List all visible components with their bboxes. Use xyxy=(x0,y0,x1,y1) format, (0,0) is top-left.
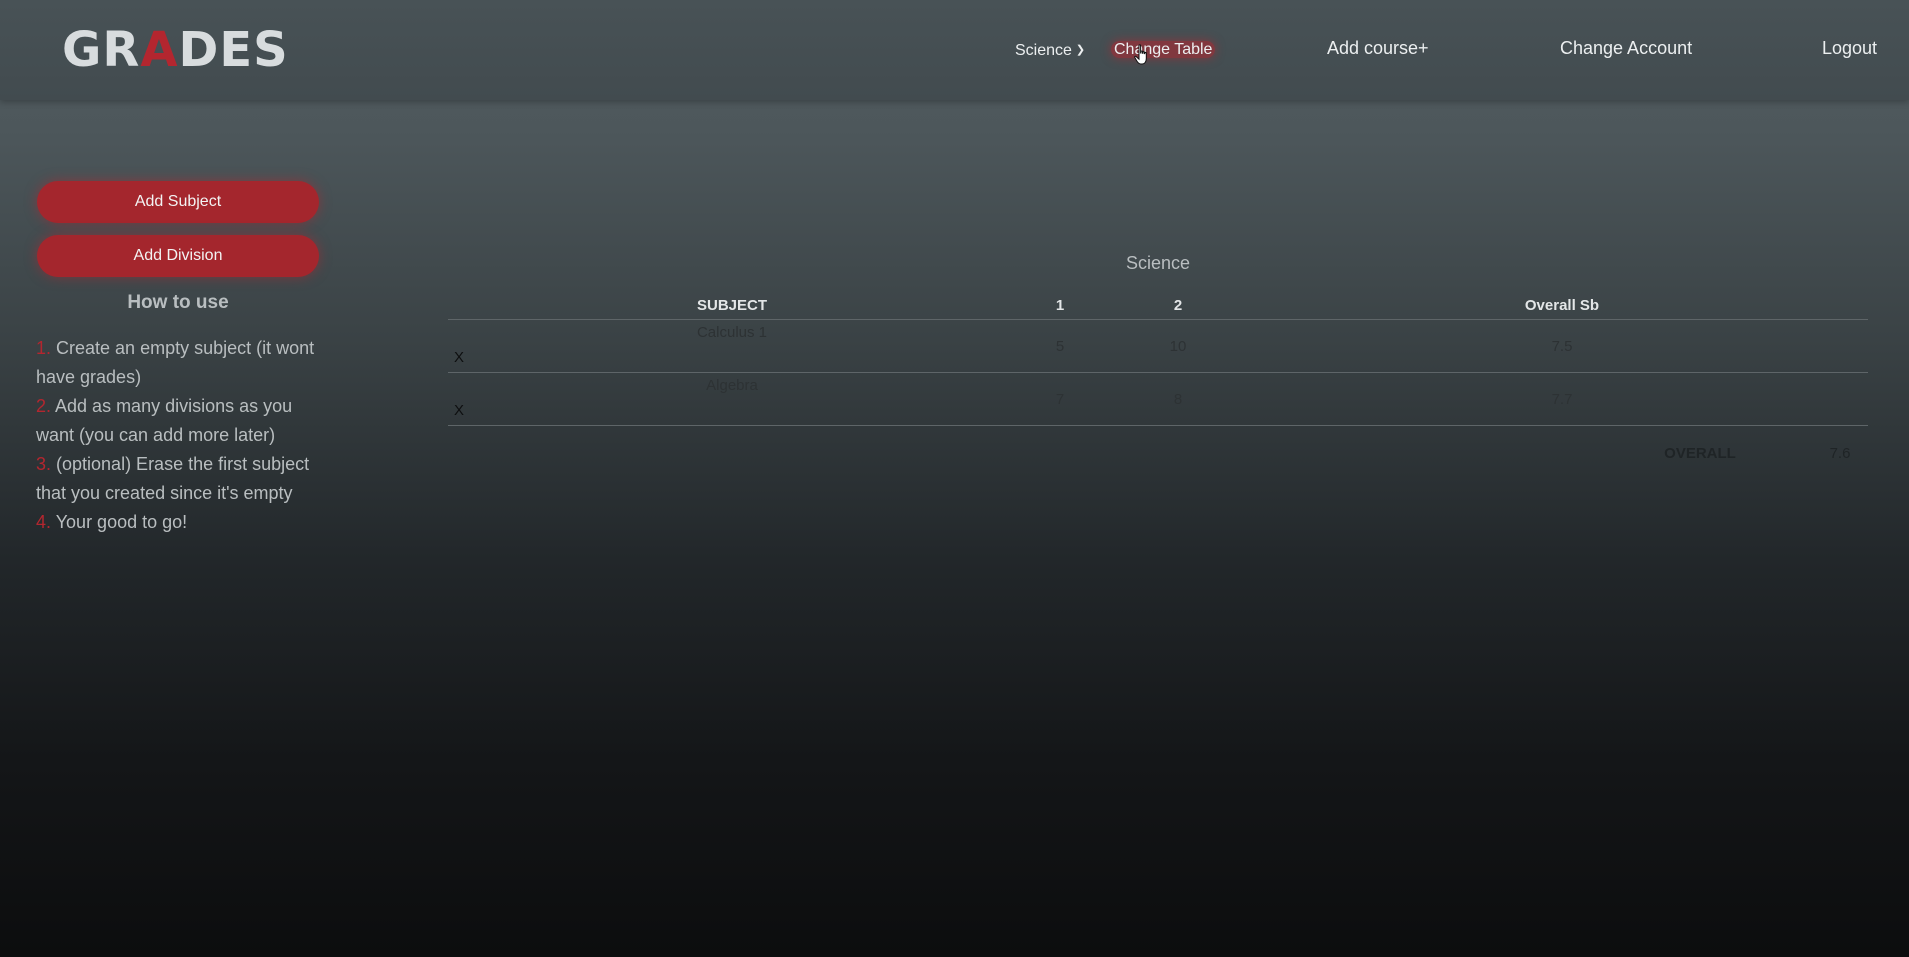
subject-overall-cell: 7.5 xyxy=(1551,338,1573,355)
add-subject-button[interactable]: Add Subject xyxy=(37,181,319,223)
how-to-use-heading: How to use xyxy=(127,292,229,313)
step-item: 1. Create an empty subject (it wont have… xyxy=(36,334,326,392)
logo-text-start: GR xyxy=(62,22,141,78)
course-dropdown-label: Science xyxy=(1015,42,1072,59)
overall-value: 7.6 xyxy=(1829,445,1851,462)
grade-cell[interactable]: 5 xyxy=(1040,338,1080,355)
step-number: 1. xyxy=(36,338,52,358)
how-to-use-steps: 1. Create an empty subject (it wont have… xyxy=(36,334,326,537)
hand-pointer-icon xyxy=(1134,44,1147,65)
step-item: 2. Add as many divisions as you want (yo… xyxy=(36,392,326,450)
add-course-label: Add course+ xyxy=(1327,38,1429,58)
change-table-label: Change Table xyxy=(1111,41,1216,58)
step-number: 3. xyxy=(36,454,52,474)
add-division-button[interactable]: Add Division xyxy=(37,235,319,277)
table-title: Science xyxy=(1125,253,1191,273)
step-text: Create an empty subject (it wont have gr… xyxy=(36,338,315,387)
table-divider xyxy=(448,372,1868,373)
course-dropdown[interactable]: Science ❯ xyxy=(1015,38,1085,63)
grade-cell[interactable]: 7 xyxy=(1040,391,1080,408)
delete-subject-button[interactable]: X xyxy=(454,402,464,419)
top-navbar: GRADES Science ❯ Change Table Add course+… xyxy=(0,0,1909,100)
subject-name-cell[interactable]: Calculus 1 xyxy=(632,324,832,341)
change-account-label: Change Account xyxy=(1560,38,1693,58)
step-text: Add as many divisions as you want (you c… xyxy=(36,396,293,445)
step-text: Your good to go! xyxy=(51,512,188,532)
change-table-link[interactable]: Change Table xyxy=(1111,38,1216,62)
add-course-link[interactable]: Add course+ xyxy=(1327,36,1429,60)
table-divider xyxy=(448,319,1868,320)
step-item: 4. Your good to go! xyxy=(36,508,326,537)
step-item: 3. (optional) Erase the first subject th… xyxy=(36,450,326,508)
logo-text-end: DES xyxy=(178,22,289,78)
grade-cell[interactable]: 8 xyxy=(1158,391,1198,408)
add-division-label: Add Division xyxy=(133,247,223,264)
logout-link[interactable]: Logout xyxy=(1822,36,1877,60)
logout-label: Logout xyxy=(1822,38,1878,58)
column-header-division-1: 1 xyxy=(1055,297,1065,314)
step-text: (optional) Erase the first subject that … xyxy=(36,454,310,503)
add-subject-label: Add Subject xyxy=(134,193,222,210)
step-number: 4. xyxy=(36,512,52,532)
app-logo[interactable]: GRADES xyxy=(62,22,289,78)
column-header-subject: SUBJECT xyxy=(696,297,767,314)
delete-subject-button[interactable]: X xyxy=(454,349,464,366)
table-divider xyxy=(448,425,1868,426)
subject-name-cell[interactable]: Algebra xyxy=(632,377,832,394)
grade-cell[interactable]: 10 xyxy=(1158,338,1198,355)
change-account-link[interactable]: Change Account xyxy=(1560,36,1692,60)
overall-label: OVERALL xyxy=(1664,445,1736,462)
step-number: 2. xyxy=(36,396,52,416)
subject-overall-cell: 7.7 xyxy=(1551,391,1573,408)
logo-text-accent: A xyxy=(140,22,179,78)
column-header-overall-sb: Overall Sb xyxy=(1524,297,1600,314)
column-header-division-2: 2 xyxy=(1173,297,1183,314)
chevron-down-icon: ❯ xyxy=(1075,44,1086,56)
